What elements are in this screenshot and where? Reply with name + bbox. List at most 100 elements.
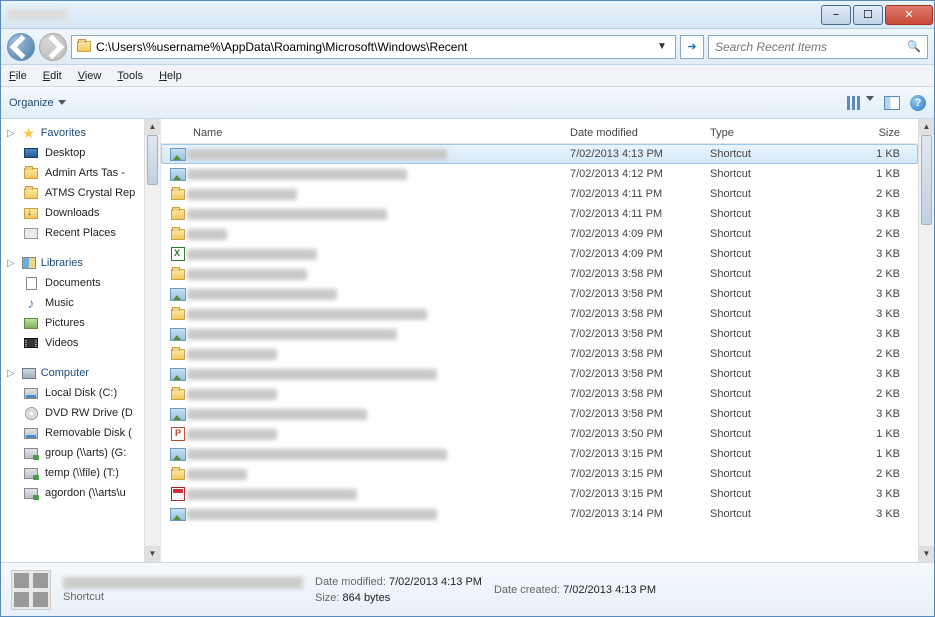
details-date-modified: Date modified: 7/02/2013 4:13 PM [315,576,482,588]
file-row[interactable]: 7/02/2013 3:58 PMShortcut3 KB [161,304,918,324]
address-input[interactable] [96,40,649,54]
col-size[interactable]: Size [830,127,910,139]
file-type-icon [169,246,187,262]
menu-help[interactable]: Help [159,70,182,82]
file-name-blur [187,489,570,500]
libraries-header[interactable]: ▷Libraries [1,253,160,273]
file-date: 7/02/2013 3:58 PM [570,348,710,360]
file-row[interactable]: 7/02/2013 3:58 PMShortcut3 KB [161,364,918,384]
file-row[interactable]: 7/02/2013 4:11 PMShortcut2 KB [161,184,918,204]
file-row[interactable]: 7/02/2013 3:14 PMShortcut3 KB [161,504,918,524]
preview-pane-button[interactable] [884,96,900,110]
file-row[interactable]: 7/02/2013 3:58 PMShortcut2 KB [161,384,918,404]
scroll-down-icon[interactable]: ▼ [919,546,934,562]
menu-edit[interactable]: Edit [43,70,62,82]
go-button[interactable]: ➜ [680,35,704,59]
file-name-blur [187,209,570,220]
nav-scrollbar[interactable]: ▲ ▼ [144,119,160,562]
sidebar-item-downloads[interactable]: Downloads [1,203,160,223]
titlebar[interactable]: − ☐ ✕ [1,1,934,29]
folder-icon [76,39,92,55]
sidebar-item-localdisk[interactable]: Local Disk (C:) [1,383,160,403]
forward-button[interactable] [39,33,67,61]
file-row[interactable]: 7/02/2013 3:58 PMShortcut3 KB [161,284,918,304]
favorites-header[interactable]: ▷★Favorites [1,123,160,143]
scroll-thumb[interactable] [921,135,932,225]
col-type[interactable]: Type [710,127,830,139]
file-name-blur [187,429,570,440]
file-row[interactable]: 7/02/2013 3:58 PMShortcut3 KB [161,324,918,344]
list-scrollbar[interactable]: ▲ ▼ [918,119,934,562]
file-name-blur [187,329,570,340]
file-type-icon [169,166,187,182]
search-box[interactable]: 🔍 [708,35,928,59]
sidebar-item-dvd[interactable]: DVD RW Drive (D [1,403,160,423]
file-row[interactable]: 7/02/2013 3:15 PMShortcut3 KB [161,484,918,504]
sidebar-item-music[interactable]: ♪Music [1,293,160,313]
file-name-blur [187,469,570,480]
videos-icon [23,335,39,351]
sidebar-item-netdrive-g[interactable]: group (\\arts) (G: [1,443,160,463]
scroll-thumb[interactable] [147,135,158,185]
file-row[interactable]: 7/02/2013 4:11 PMShortcut3 KB [161,204,918,224]
close-button[interactable]: ✕ [885,5,933,25]
menu-view[interactable]: View [78,70,102,82]
view-button[interactable] [847,96,874,110]
menu-tools[interactable]: Tools [117,70,143,82]
file-row[interactable]: 7/02/2013 3:58 PMShortcut2 KB [161,344,918,364]
sidebar-item-netdrive-t[interactable]: temp (\\file) (T:) [1,463,160,483]
details-filetype: Shortcut [63,591,303,603]
file-type-icon [169,326,187,342]
file-type-icon [169,366,187,382]
sidebar-item-videos[interactable]: Videos [1,333,160,353]
search-input[interactable] [715,40,907,54]
details-date-created: Date created: 7/02/2013 4:13 PM [494,584,656,596]
col-name[interactable]: Name [169,127,570,139]
file-row[interactable]: 7/02/2013 3:15 PMShortcut1 KB [161,444,918,464]
network-drive-icon [23,445,39,461]
back-button[interactable] [7,33,35,61]
file-row[interactable]: 7/02/2013 3:50 PMShortcut1 KB [161,424,918,444]
dvd-icon [23,405,39,421]
sidebar-item-recent[interactable]: Recent Places [1,223,160,243]
file-name-blur [187,349,570,360]
col-date[interactable]: Date modified [570,127,710,139]
computer-header[interactable]: ▷Computer [1,363,160,383]
scroll-down-icon[interactable]: ▼ [145,546,160,562]
file-size: 2 KB [830,348,910,360]
file-date: 7/02/2013 3:58 PM [570,368,710,380]
sidebar-item-desktop[interactable]: Desktop [1,143,160,163]
file-date: 7/02/2013 3:58 PM [570,268,710,280]
window-controls: − ☐ ✕ [820,3,934,27]
file-size: 2 KB [830,268,910,280]
organize-button[interactable]: Organize [9,97,66,109]
file-row[interactable]: 7/02/2013 4:09 PMShortcut2 KB [161,224,918,244]
address-dropdown[interactable]: ▼ [653,41,671,52]
maximize-button[interactable]: ☐ [853,5,883,25]
menu-file[interactable]: File [9,70,27,82]
file-row[interactable]: 7/02/2013 4:12 PMShortcut1 KB [161,164,918,184]
sidebar-item-removable[interactable]: Removable Disk ( [1,423,160,443]
help-button[interactable]: ? [910,95,926,111]
scroll-up-icon[interactable]: ▲ [145,119,160,135]
file-name-blur [187,309,570,320]
sidebar-item-admin[interactable]: Admin Arts Tas - [1,163,160,183]
file-row[interactable]: 7/02/2013 4:09 PMShortcut3 KB [161,244,918,264]
file-type-icon [169,306,187,322]
file-row[interactable]: 7/02/2013 3:58 PMShortcut2 KB [161,264,918,284]
details-size: Size: 864 bytes [315,592,482,604]
file-row[interactable]: 7/02/2013 4:13 PMShortcut1 KB [161,144,918,164]
sidebar-item-netdrive-u[interactable]: agordon (\\arts\u [1,483,160,503]
sidebar-item-documents[interactable]: Documents [1,273,160,293]
sidebar-item-pictures[interactable]: Pictures [1,313,160,333]
file-name-blur [187,269,570,280]
sidebar-item-atms[interactable]: ATMS Crystal Rep [1,183,160,203]
file-row[interactable]: 7/02/2013 3:58 PMShortcut3 KB [161,404,918,424]
file-type: Shortcut [710,348,830,360]
minimize-button[interactable]: − [821,5,851,25]
file-size: 3 KB [830,368,910,380]
file-row[interactable]: 7/02/2013 3:15 PMShortcut2 KB [161,464,918,484]
file-date: 7/02/2013 4:12 PM [570,168,710,180]
scroll-up-icon[interactable]: ▲ [919,119,934,135]
address-bar[interactable]: ▼ [71,35,676,59]
